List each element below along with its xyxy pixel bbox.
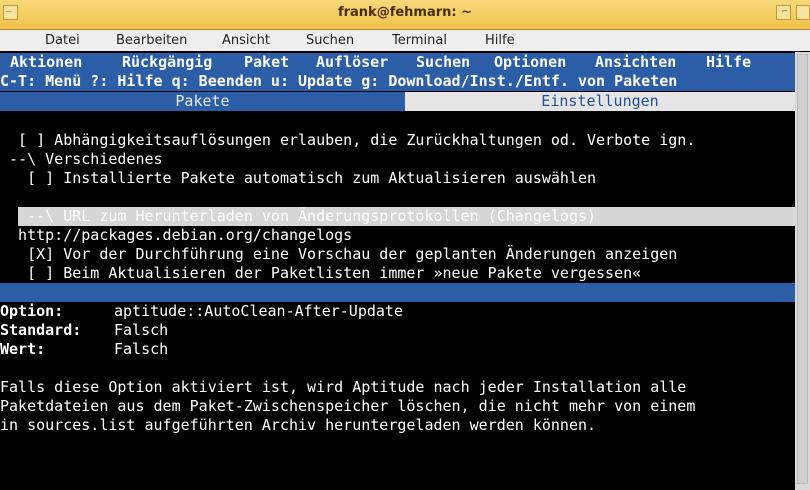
aptitude-menubar: Aktionen Rückgängig Paket Auflöser Suche… — [0, 53, 795, 72]
menu-bearbeiten[interactable]: Bearbeiten — [116, 33, 187, 48]
default-value: Falsch — [114, 321, 169, 339]
aptitude-menu-ansichten[interactable]: Ansichten — [595, 53, 676, 72]
menu-ansicht[interactable]: Ansicht — [222, 33, 270, 48]
group-verschiedenes[interactable]: --\ Verschiedenes — [0, 150, 163, 169]
group-changelog-url[interactable]: --\ URL zum Herunterladen von Änderungsp… — [0, 207, 596, 226]
option-auto-upgrade[interactable]: [ ] Installierte Pakete automatisch zum … — [0, 169, 596, 188]
window-title: frank@fehmarn: ~ — [337, 5, 473, 20]
description-line-2: Paketdateien aus dem Paket-Zwischenspeic… — [0, 397, 696, 415]
description-line-1: Falls diese Option aktiviert ist, wird A… — [0, 378, 687, 396]
option-autoclean-after-update[interactable]: [ ] Veraltete Paketdateien nach dem Lade… — [0, 188, 795, 226]
value-label: Wert: — [0, 340, 46, 358]
terminal-scrollbar[interactable] — [795, 52, 810, 490]
window-titlebar[interactable]: – frank@fehmarn: ~ ⌐ — [0, 0, 810, 30]
tab-einstellungen[interactable]: Einstellungen — [405, 92, 795, 111]
aptitude-menu-hilfe[interactable]: Hilfe — [706, 53, 751, 72]
menu-terminal[interactable]: Terminal — [392, 33, 447, 48]
default-label: Standard: — [0, 321, 82, 339]
option-autoclean-label: [ ] Veraltete Paketdateien nach dem Lade… — [0, 188, 669, 206]
aptitude-menu-aufloeser[interactable]: Auflöser — [316, 53, 388, 72]
shortcut-line: C-T: Menü ?: Hilfe q: Beenden u: Update … — [0, 72, 795, 91]
maximize-button[interactable]: ⌐ — [776, 5, 791, 20]
aptitude-menu-suchen[interactable]: Suchen — [416, 53, 470, 72]
option-label: Option: — [0, 302, 64, 320]
option-value: aptitude::AutoClean-After-Update — [114, 302, 403, 320]
menu-suchen[interactable]: Suchen — [306, 33, 354, 48]
terminal-menubar: Datei Bearbeiten Ansicht Suchen Terminal… — [0, 30, 810, 51]
menu-datei[interactable]: Datei — [45, 33, 80, 48]
aptitude-menu-paket[interactable]: Paket — [244, 53, 289, 72]
option-forget-new-packages[interactable]: [ ] Beim Aktualisieren der Paketlisten i… — [0, 264, 641, 283]
aptitude-menu-rueckgaengig[interactable]: Rückgängig — [122, 53, 212, 72]
scrollbar-thumb[interactable] — [797, 54, 808, 484]
close-button[interactable] — [796, 5, 810, 20]
separator-bar — [0, 283, 795, 302]
aptitude-menu-optionen[interactable]: Optionen — [494, 53, 566, 72]
option-allow-break-holds[interactable]: [ ] Abhängigkeitsauflösungen erlauben, d… — [0, 131, 695, 150]
changelog-url-value[interactable]: http://packages.debian.org/changelogs — [0, 226, 352, 245]
option-preview-changes[interactable]: [X] Vor der Durchführung eine Vorschau d… — [0, 245, 677, 264]
tab-bar: Pakete Einstellungen — [0, 92, 795, 111]
description-line-3: in sources.list aufgeführten Archiv heru… — [0, 416, 597, 434]
menu-hilfe[interactable]: Hilfe — [485, 33, 515, 48]
aptitude-menu-aktionen[interactable]: Aktionen — [10, 53, 82, 72]
maximize-icon: ⌐ — [782, 7, 788, 17]
value-value: Falsch — [114, 340, 169, 358]
terminal-screen[interactable]: Aktionen Rückgängig Paket Auflöser Suche… — [0, 52, 795, 490]
tab-pakete[interactable]: Pakete — [0, 92, 405, 111]
